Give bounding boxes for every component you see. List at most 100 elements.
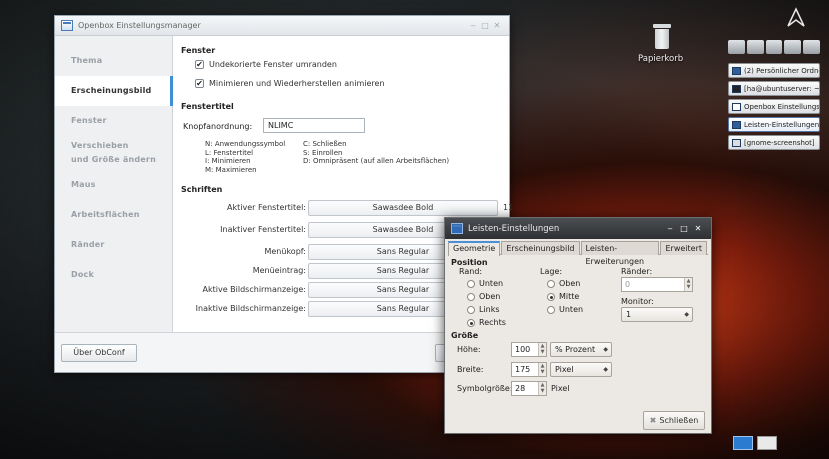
tint-settings-window: Leisten-Einstellungen ‒ □ ✕ Geometrie Er… bbox=[444, 217, 712, 434]
workspace-pager bbox=[733, 436, 819, 452]
monitor-select[interactable]: 1 ◆ bbox=[621, 307, 693, 322]
chevron-updown-icon: ◆ bbox=[684, 311, 689, 318]
breite-label: Breite: bbox=[457, 365, 484, 374]
tray-icon-2[interactable] bbox=[746, 40, 764, 54]
check-label: Minimieren und Wiederherstellen animiere… bbox=[209, 79, 385, 88]
hoehe-unit-select[interactable]: % Prozent ◆ bbox=[550, 342, 612, 357]
spin-arrows-icon[interactable]: ▲ ▼ bbox=[538, 382, 546, 395]
tint-close-button[interactable]: ✖ Schließen bbox=[643, 411, 705, 430]
spin-arrows-icon[interactable]: ▲ ▼ bbox=[538, 363, 546, 376]
arrow-logo-icon bbox=[787, 7, 805, 27]
sidebar-item-arbeitsflaechen[interactable]: Arbeitsflächen bbox=[55, 200, 172, 230]
radio-label: Unten bbox=[479, 279, 504, 288]
chevron-updown-icon: ◆ bbox=[603, 366, 608, 373]
sidebar-item-verschieben[interactable]: Verschieben und Größe ändern bbox=[55, 136, 172, 170]
radio-label: Oben bbox=[559, 279, 581, 288]
tint-titlebar[interactable]: Leisten-Einstellungen ‒ □ ✕ bbox=[445, 218, 711, 239]
legend-right: C: Schließen S: Einrollen D: Omnipräsent… bbox=[303, 140, 450, 165]
symbolgroesse-value: 28 bbox=[515, 384, 526, 393]
tab-erscheinungsbild[interactable]: Erscheinungsbild bbox=[501, 241, 580, 255]
radio-lage-mitte[interactable]: Mitte bbox=[547, 292, 579, 301]
workspace-2[interactable] bbox=[757, 436, 777, 450]
obconf-bottombar: Über ObConf bbox=[55, 332, 509, 372]
task-screenshot[interactable]: [gnome-screenshot] bbox=[728, 135, 820, 150]
font-label: Aktiver Fenstertitel: bbox=[227, 203, 306, 212]
breite-unit: Pixel bbox=[555, 365, 574, 374]
tray-icon-3[interactable] bbox=[765, 40, 783, 54]
folder-icon bbox=[732, 66, 741, 75]
checkbox-checked-icon: ✔ bbox=[195, 79, 204, 88]
raender-label: Ränder: bbox=[621, 267, 653, 276]
window-title: Openbox Einstellungsmanager bbox=[78, 21, 201, 30]
hoehe-unit: % Prozent bbox=[555, 345, 596, 354]
tray-icon-5[interactable] bbox=[803, 40, 820, 54]
obconf-titlebar[interactable]: Openbox Einstellungsmanager ‒ □ ✕ bbox=[55, 16, 509, 36]
groesse-heading: Größe bbox=[451, 331, 479, 340]
radio-icon bbox=[547, 279, 555, 288]
task-tint-settings[interactable]: Leisten-Einstellungen bbox=[728, 117, 820, 132]
maximize-icon[interactable]: □ bbox=[479, 21, 491, 30]
check-animate[interactable]: ✔ Minimieren und Wiederherstellen animier… bbox=[195, 79, 385, 88]
obconf-window: Openbox Einstellungsmanager ‒ □ ✕ Thema … bbox=[54, 15, 514, 373]
hoehe-label: Höhe: bbox=[457, 345, 481, 354]
close-icon[interactable]: ✕ bbox=[691, 224, 705, 233]
tab-leisten-erweiterungen[interactable]: Leisten-Erweiterungen bbox=[580, 241, 660, 266]
font-button[interactable]: Sawasdee Bold bbox=[308, 200, 498, 216]
task-obconf[interactable]: Openbox Einstellungs... bbox=[728, 99, 820, 114]
breite-spinner[interactable]: 175 ▲ ▼ bbox=[511, 362, 547, 377]
sidebar-item-erscheinungsbild[interactable]: Erscheinungsbild bbox=[55, 76, 173, 106]
symbolgroesse-spinner[interactable]: 28 ▲ ▼ bbox=[511, 381, 547, 396]
button-order-input[interactable]: NLIMC bbox=[263, 118, 365, 133]
spin-arrows-icon[interactable]: ▲ ▼ bbox=[684, 278, 692, 291]
task-home-folder[interactable]: (2) Persönlicher Ordner bbox=[728, 63, 820, 78]
font-label: Menükopf: bbox=[264, 247, 306, 256]
radio-lage-oben[interactable]: Oben bbox=[547, 279, 580, 288]
chevron-updown-icon: ◆ bbox=[603, 346, 608, 353]
workspace-1[interactable] bbox=[733, 436, 753, 450]
task-terminal[interactable]: [ha@ubuntuserver: ~] bbox=[728, 81, 820, 96]
raender-spinner[interactable]: 0 ▲ ▼ bbox=[621, 277, 693, 292]
tint-app-icon bbox=[451, 223, 463, 234]
system-tray bbox=[728, 40, 820, 56]
radio-label: Oben bbox=[479, 292, 501, 301]
minimize-icon[interactable]: ‒ bbox=[663, 224, 677, 233]
radio-label: Mitte bbox=[559, 292, 580, 301]
raender-value: 0 bbox=[625, 280, 631, 289]
tray-icon-4[interactable] bbox=[784, 40, 802, 54]
tab-erweitert[interactable]: Erweitert bbox=[660, 241, 707, 255]
close-x-icon: ✖ bbox=[649, 416, 657, 425]
task-label: (2) Persönlicher Ordner bbox=[744, 66, 820, 75]
tab-geometrie[interactable]: Geometrie bbox=[448, 241, 501, 256]
tray-icon-1[interactable] bbox=[728, 40, 745, 54]
trash-icon[interactable] bbox=[652, 24, 672, 50]
sidebar-item-maus[interactable]: Maus bbox=[55, 170, 172, 200]
spin-arrows-icon[interactable]: ▲ ▼ bbox=[538, 343, 546, 356]
radio-rand-rechts[interactable]: Rechts bbox=[467, 318, 506, 327]
symbolgroesse-label: Symbolgröße: bbox=[457, 384, 513, 393]
close-icon[interactable]: ✕ bbox=[491, 21, 503, 30]
breite-value: 175 bbox=[515, 365, 531, 374]
about-button[interactable]: Über ObConf bbox=[61, 344, 137, 362]
monitor-value: 1 bbox=[626, 310, 632, 319]
hoehe-spinner[interactable]: 100 ▲ ▼ bbox=[511, 342, 547, 357]
radio-rand-unten[interactable]: Unten bbox=[467, 279, 503, 288]
font-label: Inaktive Bildschirmanzeige: bbox=[195, 304, 306, 313]
check-undecorated[interactable]: ✔ Undekorierte Fenster umranden bbox=[195, 60, 337, 69]
breite-unit-select[interactable]: Pixel ◆ bbox=[550, 362, 612, 377]
sidebar-item-thema[interactable]: Thema bbox=[55, 46, 172, 76]
obconf-sidebar: Thema Erscheinungsbild Fenster Verschieb… bbox=[55, 36, 173, 332]
lage-label: Lage: bbox=[540, 267, 563, 276]
radio-rand-links[interactable]: Links bbox=[467, 305, 500, 314]
section-schriften: Schriften bbox=[181, 185, 223, 194]
monitor-label: Monitor: bbox=[621, 297, 654, 306]
sidebar-item-raender[interactable]: Ränder bbox=[55, 230, 172, 260]
sidebar-item-dock[interactable]: Dock bbox=[55, 260, 172, 290]
maximize-icon[interactable]: □ bbox=[677, 224, 691, 233]
minimize-icon[interactable]: ‒ bbox=[467, 21, 479, 30]
check-label: Undekorierte Fenster umranden bbox=[209, 60, 337, 69]
sidebar-item-fenster[interactable]: Fenster bbox=[55, 106, 172, 136]
radio-lage-unten[interactable]: Unten bbox=[547, 305, 583, 314]
radio-rand-oben[interactable]: Oben bbox=[467, 292, 500, 301]
task-label: Openbox Einstellungs... bbox=[744, 102, 820, 111]
font-size: 11 bbox=[503, 203, 514, 212]
